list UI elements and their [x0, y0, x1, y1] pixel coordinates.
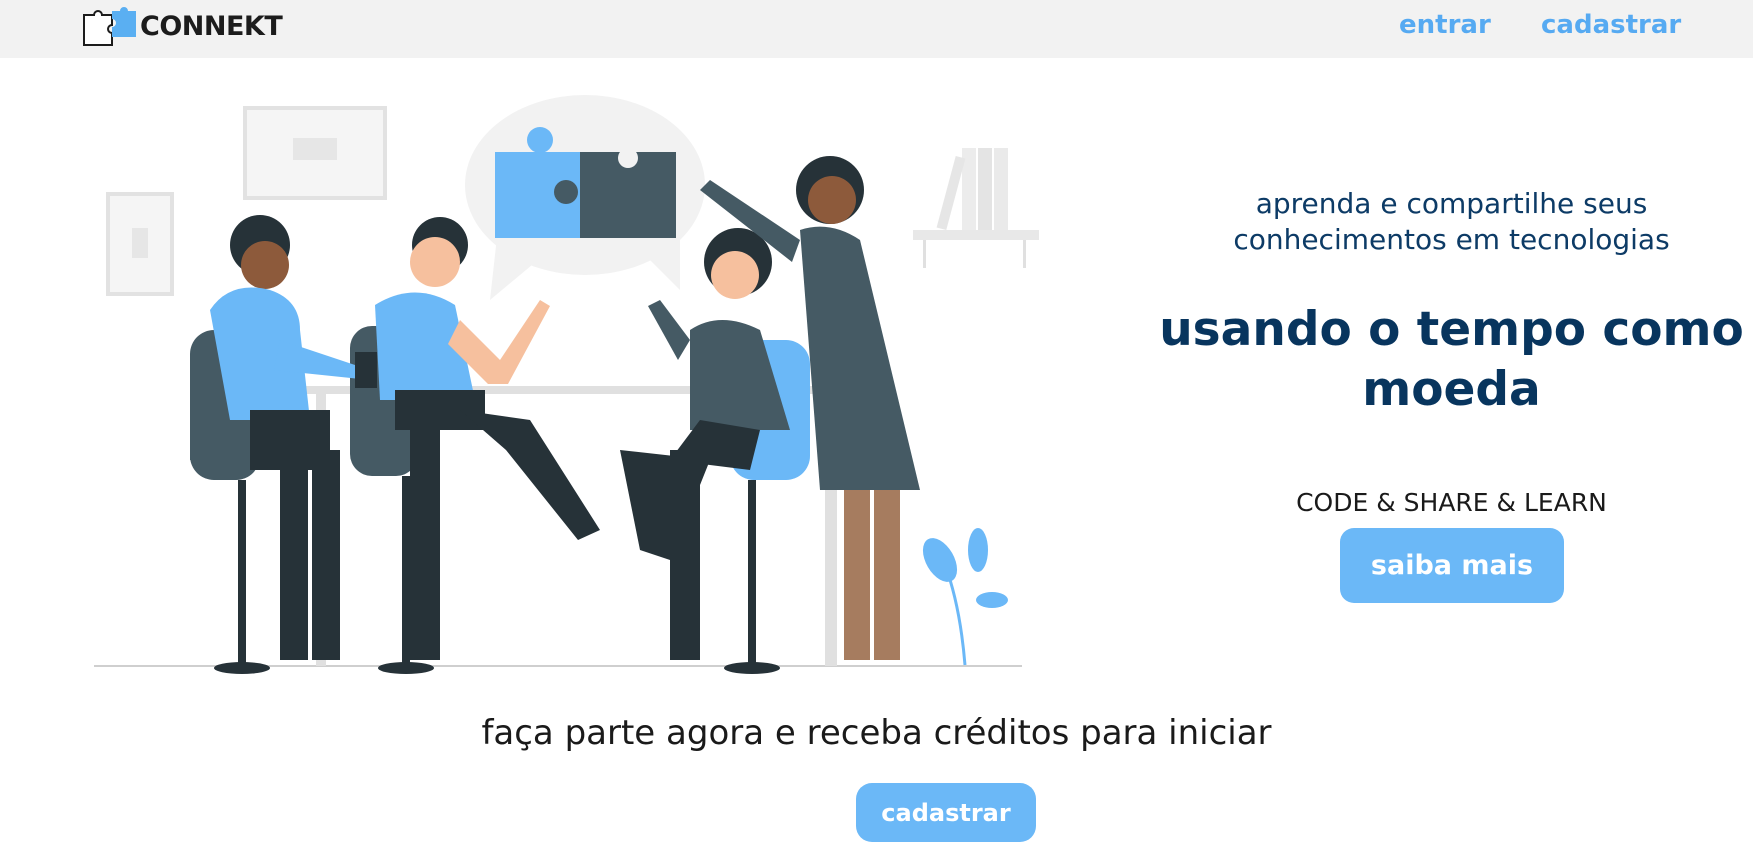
learn-more-button[interactable]: saiba mais	[1340, 528, 1564, 603]
hero-subtitle: aprenda e compartilhe seus conhecimentos…	[1233, 187, 1670, 256]
puzzle-pieces-icon	[83, 7, 136, 46]
hero-title: usando o tempo como moeda	[1159, 302, 1744, 417]
brand-name: CONNEKT	[140, 10, 283, 42]
signup-button[interactable]: cadastrar	[856, 783, 1036, 842]
top-navbar: CONNEKT entrar cadastrar	[0, 0, 1753, 58]
hero-tagline: CODE & SHARE & LEARN	[1296, 488, 1607, 517]
brand-logo[interactable]: CONNEKT	[82, 4, 283, 48]
signup-cta-text: faça parte agora e receba créditos para …	[481, 713, 1272, 753]
login-link[interactable]: entrar	[1399, 10, 1491, 40]
signup-link[interactable]: cadastrar	[1541, 10, 1681, 40]
team-collaboration-illustration	[94, 95, 1039, 674]
